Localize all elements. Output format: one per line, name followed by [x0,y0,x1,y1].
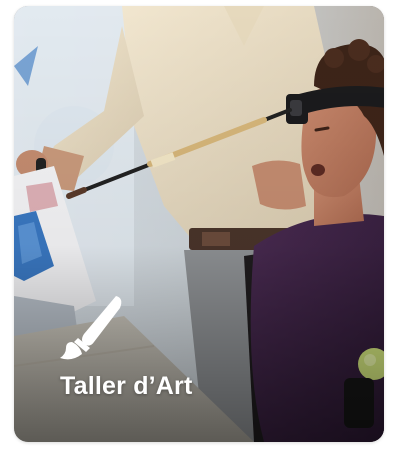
paintbrush-icon [60,296,122,360]
activity-card[interactable]: Taller d’Art [14,6,384,442]
card-title: Taller d’Art [60,372,193,400]
